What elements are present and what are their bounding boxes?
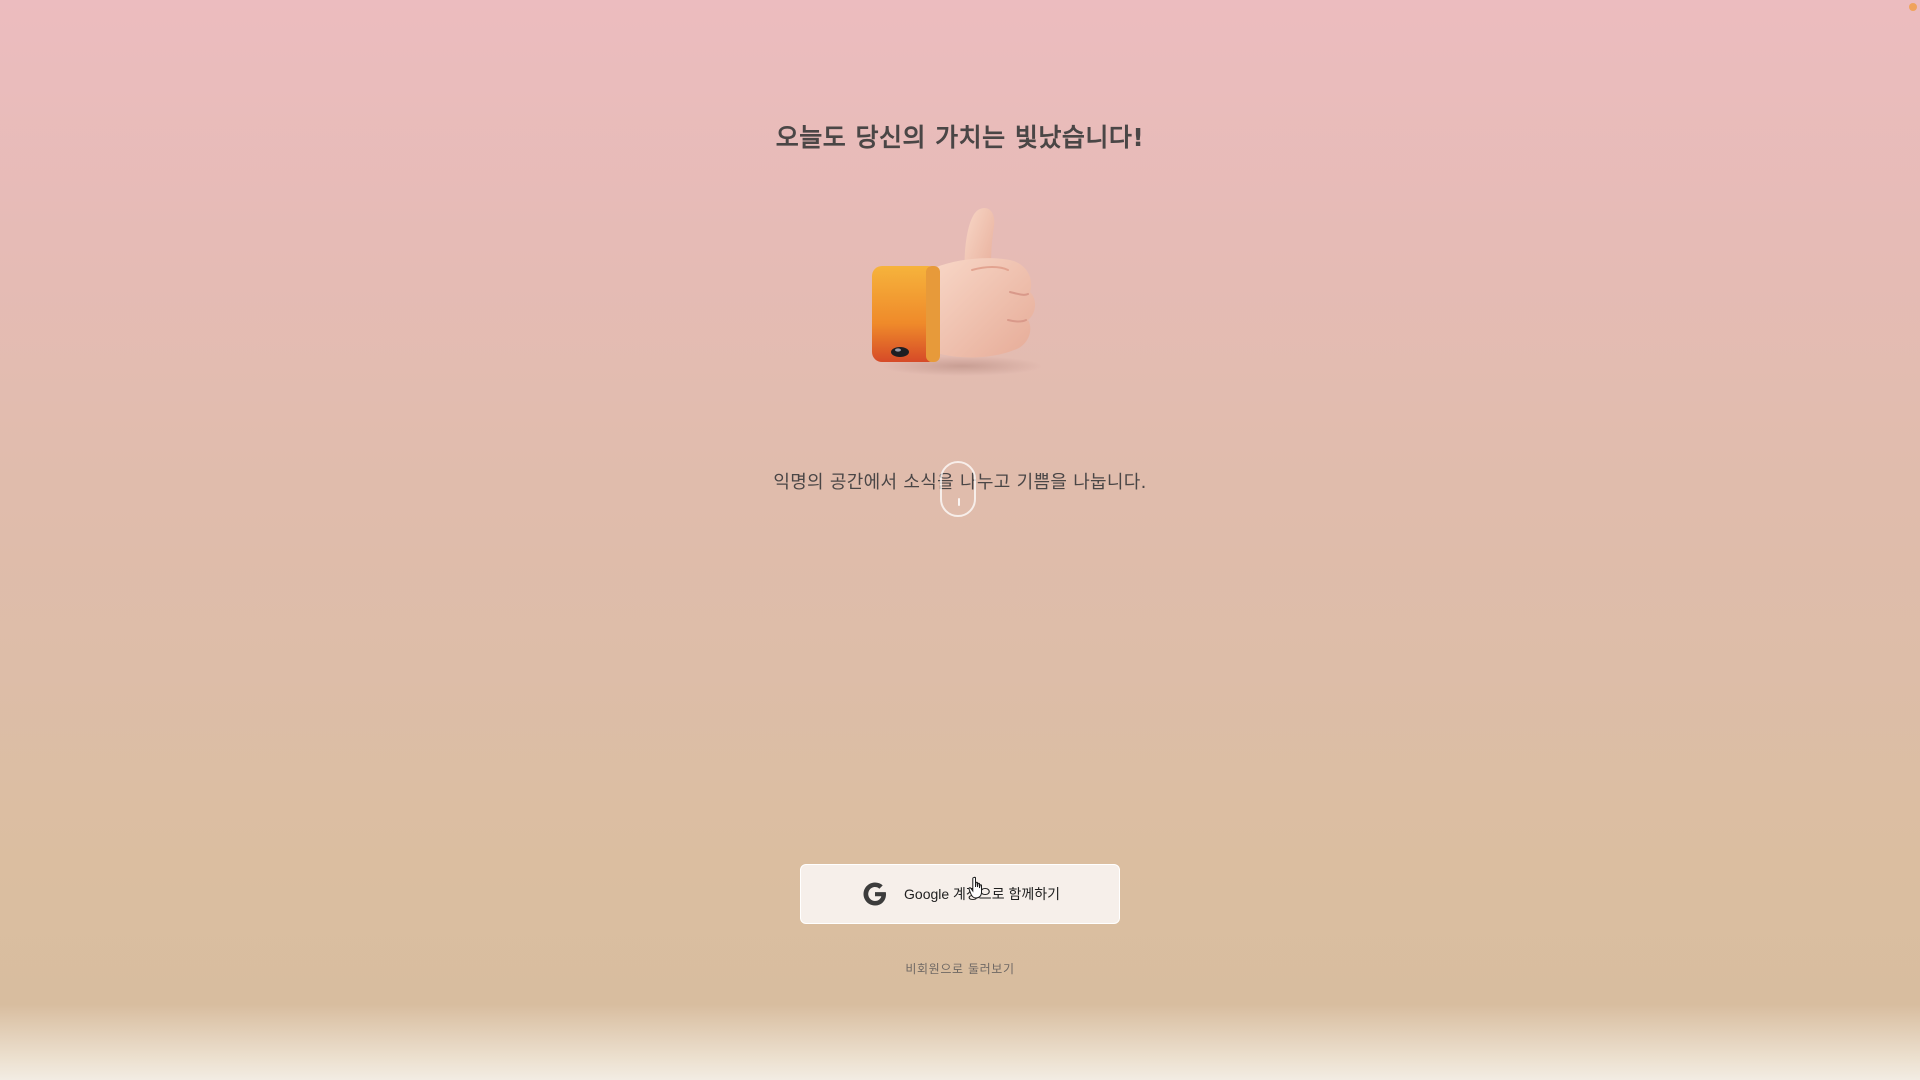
- thumbs-up-icon: [862, 200, 1062, 380]
- page-title: 오늘도 당신의 가치는 빛났습니다!: [775, 123, 1145, 152]
- guest-browse-link[interactable]: 비회원으로 둘러보기: [0, 960, 1920, 977]
- google-login-button[interactable]: Google 계정으로 함께하기: [800, 864, 1120, 924]
- hand-pointer-icon: [968, 876, 988, 900]
- scroll-indicator: [940, 461, 976, 517]
- google-g-icon: [860, 879, 890, 909]
- scroll-wheel-mark: [958, 498, 960, 506]
- status-dot: [1909, 3, 1917, 11]
- login-page: 오늘도 당신의 가치는 빛났습니다! 익명의 공간에서 소식을 나누고 기쁨을 …: [0, 0, 1920, 1080]
